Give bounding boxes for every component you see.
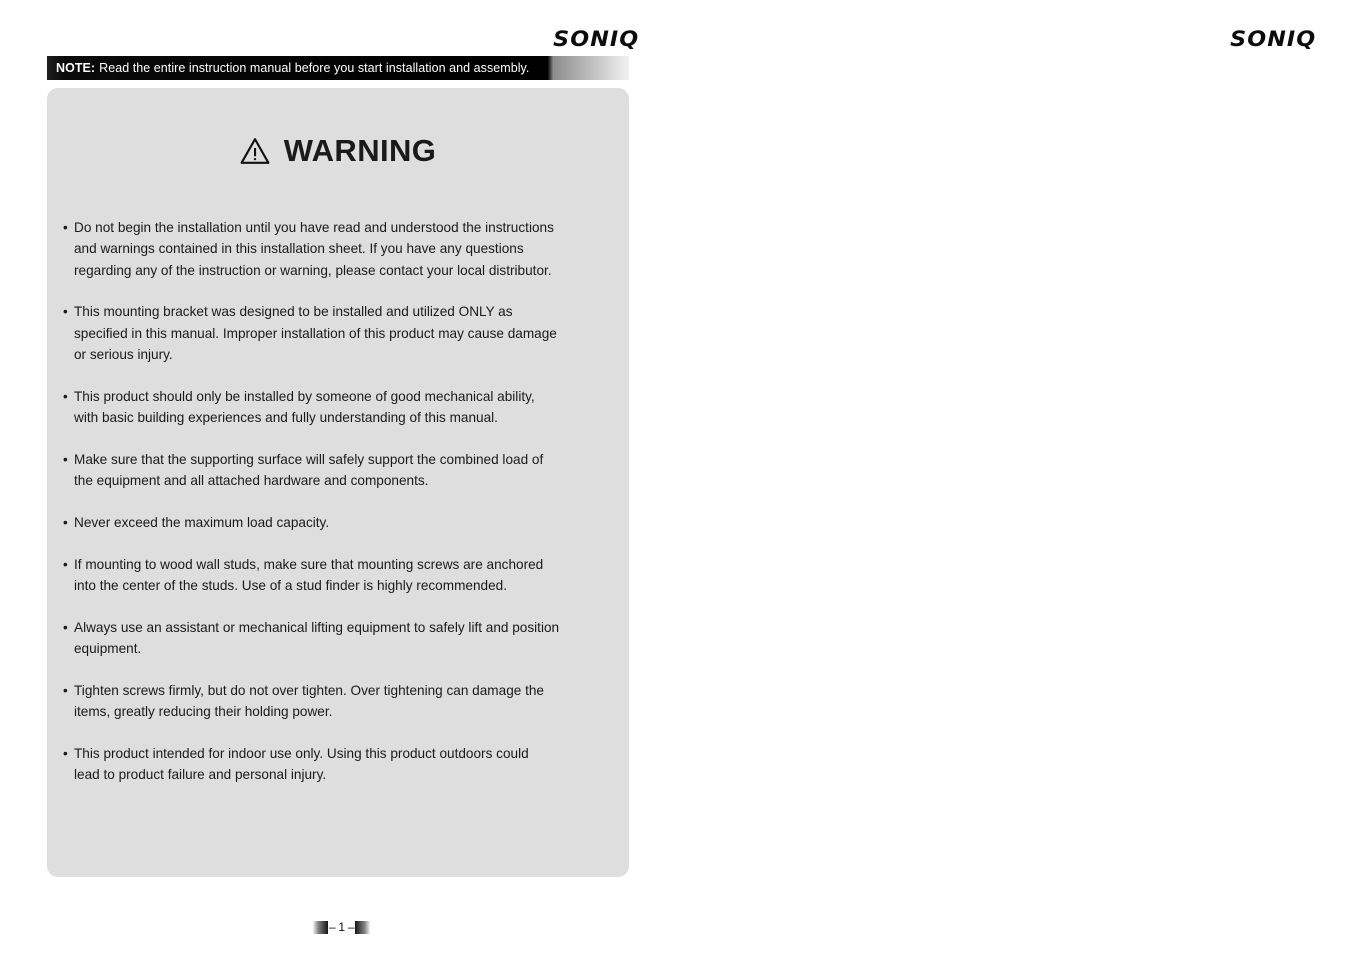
bullet-line: equipment. [74, 641, 142, 657]
warning-header: WARNING [47, 133, 629, 169]
bullet-text: Never exceed the maximum load capacity. [74, 512, 609, 533]
bullet-marker: • [63, 746, 68, 762]
bullet-line: Always use an assistant or mechanical li… [74, 619, 560, 635]
bullet-line: items, greatly reducing their holding po… [74, 704, 333, 720]
bullet-marker: • [63, 220, 68, 235]
bullet-line: regarding any of the instruction or warn… [74, 262, 552, 278]
warning-bullet: • If mounting to wood wall studs, make su… [63, 554, 609, 597]
note-banner-text: NOTE: Read the entire instruction manual … [47, 61, 529, 75]
bullet-line: Do not begin the installation until you … [74, 220, 554, 235]
bullet-marker: • [63, 304, 68, 320]
bullet-marker: • [63, 514, 68, 530]
bullet-line: If mounting to wood wall studs, make sur… [74, 556, 544, 572]
warning-bullet: • This product intended for indoor use on… [63, 743, 609, 786]
bullet-marker: • [63, 619, 68, 635]
warning-title: WARNING [283, 133, 437, 168]
warning-bullet: • Tighten screws firmly, but do not over … [63, 680, 609, 723]
warning-bullet: • This mounting bracket was designed to b… [63, 301, 609, 365]
bullet-text: Make sure that the supporting surface wi… [74, 449, 609, 492]
warning-bullet: • Do not begin the installation until you… [63, 217, 609, 281]
soniq-logo: SONIQ [552, 27, 639, 51]
bullet-text: This product should only be installed by… [74, 386, 609, 429]
warning-triangle-icon [240, 138, 270, 164]
footer-left: – 1 – [313, 920, 371, 934]
bullet-line: specified in this manual. Improper insta… [74, 325, 557, 341]
bullet-line: lead to product failure and personal inj… [74, 767, 327, 783]
note-banner: NOTE: Read the entire instruction manual … [47, 56, 629, 80]
bullet-line: Make sure that the supporting surface wi… [74, 451, 544, 467]
warning-bullet-list: • Do not begin the installation until you… [47, 217, 629, 786]
soniq-logo: SONIQ [1229, 27, 1316, 51]
bullet-line: or serious injury. [74, 346, 173, 362]
bullet-line: into the center of the studs. Use of a s… [74, 578, 507, 594]
note-label: NOTE: [56, 61, 96, 75]
bullet-line: This product should only be installed by… [74, 388, 535, 404]
warning-panel: WARNING • Do not begin the installation u… [47, 88, 629, 877]
bullet-marker: • [63, 556, 68, 572]
bullet-line: and warnings contained in this installat… [74, 241, 524, 257]
footer-block-left [313, 920, 328, 934]
bullet-marker: • [63, 388, 68, 404]
bullet-line: the equipment and all attached hardware … [74, 473, 429, 489]
warning-bullet: • Always use an assistant or mechanical l… [63, 617, 609, 660]
manual-spread: SONIQ NOTE: Read the entire instruction m… [0, 0, 1350, 954]
note-text: Read the entire instruction manual befor… [99, 61, 530, 75]
bullet-marker: • [63, 682, 68, 698]
page-left: SONIQ NOTE: Read the entire instruction m… [0, 0, 675, 954]
bullet-line: with basic building experiences and full… [74, 410, 498, 426]
bullet-marker: • [63, 451, 68, 467]
bullet-text: Do not begin the installation until you … [74, 217, 609, 281]
page-right: SONIQ Component Checklist IMPORTANT:Ensu… [675, 0, 1350, 954]
bullet-line: Tighten screws firmly, but do not over t… [74, 682, 544, 698]
warning-bullet: • Never exceed the maximum load capacity. [63, 512, 609, 533]
bullet-text: Always use an assistant or mechanical li… [74, 617, 609, 660]
bullet-text: This mounting bracket was designed to be… [74, 301, 609, 365]
footer-block-right [355, 920, 371, 934]
warning-bullet: • Make sure that the supporting surface w… [63, 449, 609, 492]
page-number: – 1 – [329, 920, 355, 934]
bullet-line: Never exceed the maximum load capacity. [74, 514, 330, 530]
bullet-text: If mounting to wood wall studs, make sur… [74, 554, 609, 597]
bullet-text: Tighten screws firmly, but do not over t… [74, 680, 609, 723]
warning-bullet: • This product should only be installed b… [63, 386, 609, 429]
bullet-line: This mounting bracket was designed to be… [74, 304, 513, 320]
bullet-line: This product intended for indoor use onl… [74, 746, 529, 762]
bullet-text: This product intended for indoor use onl… [74, 743, 609, 786]
